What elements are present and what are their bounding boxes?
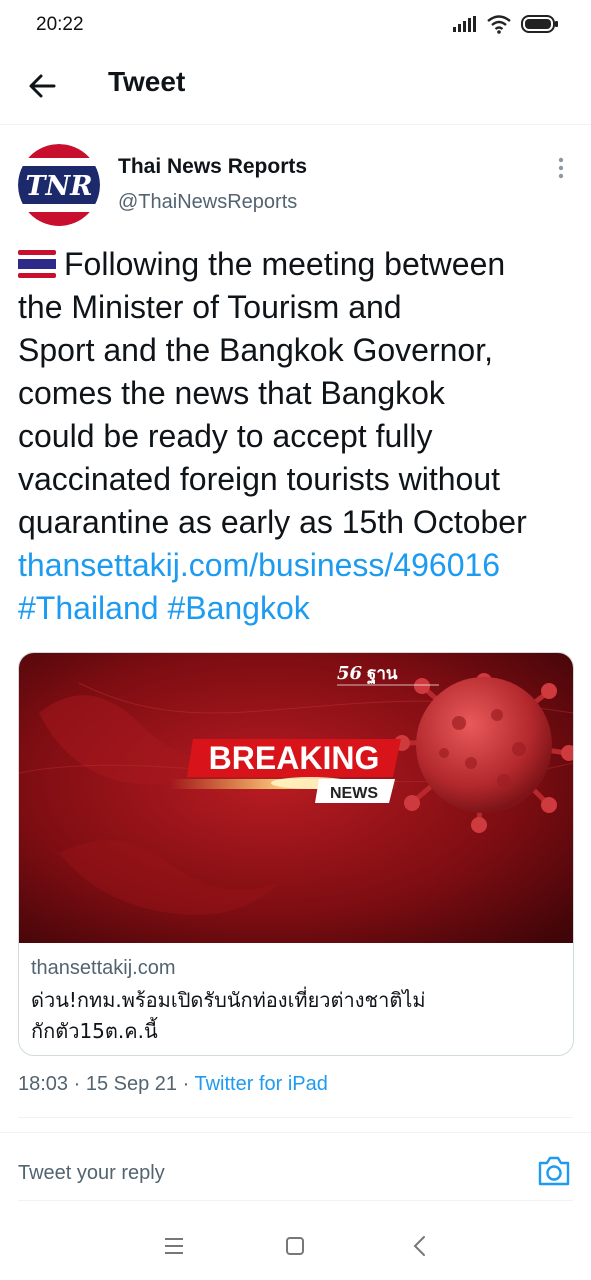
back-arrow-icon [29, 74, 56, 98]
status-icons [453, 14, 559, 34]
tweet-text-line: Following the meeting between [18, 243, 574, 286]
recents-button[interactable] [160, 1232, 188, 1260]
divider [0, 1132, 591, 1133]
tnr-logo-avatar: TNR [18, 144, 100, 226]
wifi-icon [487, 15, 511, 34]
meta-separator: · [73, 1073, 81, 1095]
svg-text:TNR: TNR [25, 171, 92, 202]
more-vertical-icon [558, 157, 564, 179]
tweet-text: Following the meeting between the Minist… [18, 243, 574, 630]
svg-text:56: 56 [337, 663, 363, 684]
hashtag-thailand[interactable]: #Thailand [18, 590, 159, 626]
card-title: ด่วน!กทม.พร้อมเปิดรับนักท่องเที่ยวต่างชา… [31, 985, 551, 1047]
system-back-button[interactable] [406, 1232, 434, 1260]
card-image: 56 ฐาน BREAKING NEWS [19, 653, 573, 943]
camera-icon [538, 1156, 570, 1186]
svg-text:NEWS: NEWS [330, 785, 378, 802]
back-chevron-icon [413, 1236, 425, 1256]
signal-icon [453, 16, 476, 32]
svg-text:ฐาน: ฐาน [367, 664, 398, 685]
tweet-source[interactable]: Twitter for iPad [195, 1073, 328, 1095]
more-options-button[interactable] [552, 154, 570, 184]
hashtag-bangkok[interactable]: #Bangkok [167, 590, 309, 626]
tweet-text-line-5: could be ready to accept fully [18, 418, 433, 454]
status-time: 20:22 [36, 14, 84, 35]
home-square-icon [286, 1237, 304, 1255]
tweet-text-line-6: vaccinated foreign tourists without [18, 461, 501, 497]
camera-button[interactable] [536, 1154, 572, 1188]
tweet-text-line-7: quarantine as early as 15th October [18, 504, 527, 540]
home-button[interactable] [281, 1232, 309, 1260]
tweet-text-line-3: Sport and the Bangkok Governor, [18, 332, 493, 368]
card-title-line-2: กักตัว15ต.ค.นี้ [31, 1019, 158, 1043]
tweet-date: 15 Sep 21 [85, 1073, 178, 1095]
card-title-line-1: ด่วน!กทม.พร้อมเปิดรับนักท่องเที่ยวต่างชา… [31, 988, 426, 1012]
system-nav-bar [0, 1212, 591, 1280]
thailand-flag-emoji [18, 250, 56, 278]
tweet-meta: 18:03 · 15 Sep 21 · Twitter for iPad [18, 1073, 328, 1096]
page-title: Tweet [108, 66, 186, 97]
reply-input[interactable] [18, 1156, 518, 1190]
card-domain: thansettakij.com [31, 957, 176, 979]
svg-text:BREAKING: BREAKING [209, 740, 380, 776]
meta-separator: · [182, 1073, 190, 1095]
status-bar: 20:22 [0, 0, 591, 52]
tweet-text-line-4: comes the news that Bangkok [18, 375, 445, 411]
menu-icon [165, 1238, 183, 1254]
top-app-bar: Tweet [0, 52, 591, 125]
author-handle[interactable]: @ThaiNewsReports [118, 191, 297, 214]
tweet-link[interactable]: thansettakij.com/business/496016 [18, 547, 500, 583]
tweet-time: 18:03 [18, 1073, 69, 1095]
battery-icon [521, 15, 558, 33]
divider [18, 1200, 573, 1201]
back-button[interactable] [24, 68, 60, 104]
tweet-text-line-2: the Minister of Tourism and [18, 289, 402, 325]
link-preview-card[interactable]: 56 ฐาน BREAKING NEWS thansettakij.com ด่… [18, 652, 574, 1056]
tweet-text-line-1: Following the meeting between [64, 246, 506, 282]
divider [18, 1117, 573, 1118]
avatar[interactable]: TNR [18, 144, 100, 226]
author-name[interactable]: Thai News Reports [118, 155, 307, 179]
